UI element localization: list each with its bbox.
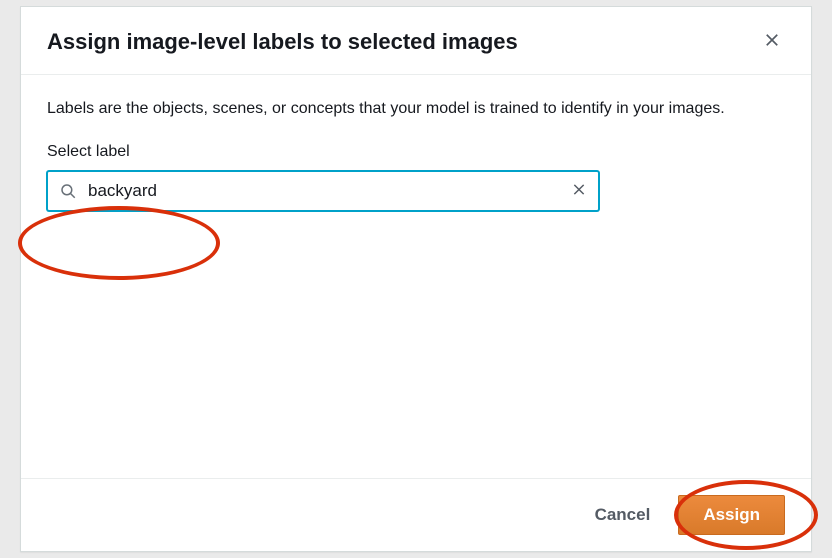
clear-search-button[interactable] — [567, 178, 591, 205]
label-search-wrap — [47, 171, 599, 211]
assign-button[interactable]: Assign — [678, 495, 785, 535]
modal-title: Assign image-level labels to selected im… — [47, 29, 518, 55]
select-label-text: Select label — [47, 143, 785, 161]
modal-body: Labels are the objects, scenes, or conce… — [21, 75, 811, 478]
modal-header: Assign image-level labels to selected im… — [21, 7, 811, 75]
assign-labels-modal: Assign image-level labels to selected im… — [20, 6, 812, 552]
close-icon — [763, 31, 781, 52]
clear-icon — [571, 182, 587, 201]
cancel-button[interactable]: Cancel — [589, 497, 657, 533]
modal-description: Labels are the objects, scenes, or conce… — [47, 97, 785, 121]
close-button[interactable] — [759, 27, 785, 56]
modal-footer: Cancel Assign — [21, 478, 811, 551]
label-search-input[interactable] — [47, 171, 599, 211]
